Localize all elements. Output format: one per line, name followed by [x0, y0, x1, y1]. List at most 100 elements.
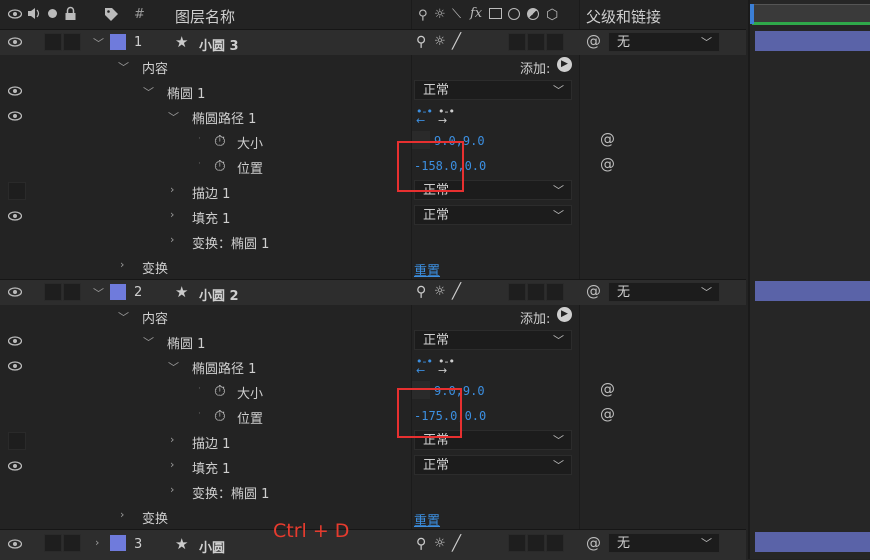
shy-toggle-icon[interactable]: ⚲ — [416, 34, 426, 50]
switch-toggle[interactable] — [546, 283, 564, 301]
switch-toggle[interactable] — [527, 33, 545, 51]
layer-row[interactable]: ﹀ 2 ★ 小圆 2 ⚲ ☼ ╱ @ 无 ﹀ — [0, 279, 746, 305]
collapse-toggle-icon[interactable]: ☼ — [434, 536, 446, 551]
switch-toggle[interactable] — [508, 33, 526, 51]
add-menu-play-icon[interactable]: ▶ — [557, 57, 572, 72]
expand-chevron-icon[interactable]: ﹀ — [93, 35, 104, 51]
blend-mode-dropdown[interactable]: 正常 ﹀ — [414, 330, 572, 350]
parent-dropdown[interactable]: 无 ﹀ — [608, 533, 720, 553]
visibility-toggle-off[interactable] — [8, 432, 26, 450]
path-direction-reverse-icon[interactable]: •-• → — [438, 356, 455, 376]
path-direction-reverse-icon[interactable]: •-• → — [438, 106, 455, 126]
work-area-bar[interactable] — [752, 4, 870, 24]
expand-chevron-right-icon[interactable]: › — [170, 433, 174, 446]
switch-toggle[interactable] — [546, 33, 564, 51]
layer-name[interactable]: 小圆 2 — [199, 285, 239, 304]
pick-whip-icon[interactable]: @ — [586, 534, 601, 552]
expression-pick-whip-icon[interactable]: @ — [600, 155, 615, 173]
path-direction-icon[interactable]: •-• ← — [416, 106, 433, 126]
current-time-indicator[interactable] — [750, 4, 754, 24]
expression-pick-whip-icon[interactable]: @ — [600, 380, 615, 398]
pick-whip-icon[interactable]: @ — [586, 282, 601, 300]
expand-chevron-icon[interactable]: ﹀ — [168, 359, 179, 375]
motion-blur-switch-icon[interactable] — [508, 8, 520, 20]
stopwatch-icon[interactable]: ⏱ — [214, 382, 226, 400]
add-menu-play-icon[interactable]: ▶ — [557, 307, 572, 322]
switch-toggle[interactable] — [546, 534, 564, 552]
quality-toggle-icon[interactable]: ╱ — [452, 32, 461, 50]
layer-row[interactable]: › 3 ★ 小圆 ⚲ ☼ ╱ @ 无 ﹀ — [0, 529, 746, 560]
effect-switch-icon[interactable]: fx — [470, 6, 482, 21]
parent-dropdown[interactable]: 无 ﹀ — [608, 282, 720, 302]
lock-column-icon[interactable] — [64, 6, 77, 25]
fill-mode-dropdown[interactable]: 正常 ﹀ — [414, 205, 572, 225]
eye-column-icon[interactable] — [7, 8, 23, 23]
layer-duration-bar[interactable] — [755, 31, 870, 51]
stopwatch-icon[interactable]: ⏱ — [214, 407, 226, 425]
switch-toggle[interactable] — [527, 283, 545, 301]
blend-mode-dropdown[interactable]: 正常 ﹀ — [414, 80, 572, 100]
shy-switch-icon[interactable]: ⚲ — [418, 8, 428, 23]
expand-chevron-icon[interactable]: ﹀ — [118, 59, 129, 75]
label-tag-icon[interactable] — [104, 7, 119, 26]
collapse-toggle-icon[interactable]: ☼ — [434, 34, 446, 49]
visibility-eye-icon[interactable] — [8, 539, 24, 549]
stopwatch-icon[interactable]: ⏱ — [214, 132, 226, 150]
expand-chevron-icon[interactable]: ﹀ — [143, 84, 154, 100]
lock-toggle[interactable] — [63, 283, 81, 301]
collapse-switch-icon[interactable]: ☼ — [434, 7, 446, 22]
expression-pick-whip-icon[interactable]: @ — [600, 130, 615, 148]
frame-blend-switch-icon[interactable] — [489, 8, 502, 19]
layer-row[interactable]: ﹀ 1 ★ 小圆 3 ⚲ ☼ ╱ @ 无 ﹀ — [0, 29, 746, 55]
quality-toggle-icon[interactable]: ╱ — [452, 282, 461, 300]
add-label[interactable]: 添加: — [520, 308, 550, 327]
expand-chevron-icon[interactable]: ﹀ — [93, 285, 104, 301]
parent-link-header[interactable]: 父级和链接 — [586, 6, 661, 27]
visibility-eye-icon[interactable] — [8, 461, 24, 471]
solo-column-icon[interactable] — [48, 9, 57, 18]
visibility-eye-icon[interactable] — [8, 336, 24, 346]
shy-toggle-icon[interactable]: ⚲ — [416, 284, 426, 300]
quality-toggle-icon[interactable]: ╱ — [452, 534, 461, 552]
visibility-eye-icon[interactable] — [8, 361, 24, 371]
shy-toggle-icon[interactable]: ⚲ — [416, 536, 426, 552]
expand-chevron-right-icon[interactable]: › — [95, 536, 99, 549]
label-color-swatch[interactable] — [110, 535, 126, 551]
expand-chevron-right-icon[interactable]: › — [170, 183, 174, 196]
audio-column-icon[interactable] — [27, 7, 41, 24]
lock-toggle[interactable] — [63, 33, 81, 51]
stopwatch-icon[interactable]: ⏱ — [214, 157, 226, 175]
layer-name[interactable]: 小圆 3 — [199, 35, 239, 54]
visibility-toggle-off[interactable] — [8, 182, 26, 200]
switch-toggle[interactable] — [527, 534, 545, 552]
timeline-panel[interactable] — [748, 0, 870, 559]
layer-name[interactable]: 小圆 — [199, 537, 225, 556]
layer-name-header[interactable]: 图层名称 — [175, 6, 235, 27]
layer-duration-bar[interactable] — [755, 281, 870, 301]
visibility-eye-icon[interactable] — [8, 86, 24, 96]
switch-toggle[interactable] — [508, 534, 526, 552]
expand-chevron-icon[interactable]: ﹀ — [118, 309, 129, 325]
collapse-toggle-icon[interactable]: ☼ — [434, 284, 446, 299]
label-color-swatch[interactable] — [110, 284, 126, 300]
label-color-swatch[interactable] — [110, 34, 126, 50]
expand-chevron-right-icon[interactable]: › — [170, 483, 174, 496]
quality-switch-icon[interactable]: ⟍ — [452, 7, 461, 22]
expand-chevron-right-icon[interactable]: › — [170, 458, 174, 471]
add-label[interactable]: 添加: — [520, 58, 550, 77]
expand-chevron-right-icon[interactable]: › — [120, 508, 124, 521]
lock-toggle[interactable] — [63, 534, 81, 552]
reset-link[interactable]: 重置 — [414, 510, 440, 529]
fill-mode-dropdown[interactable]: 正常 ﹀ — [414, 455, 572, 475]
path-direction-icon[interactable]: •-• ← — [416, 356, 433, 376]
expand-chevron-right-icon[interactable]: › — [170, 233, 174, 246]
visibility-eye-icon[interactable] — [8, 37, 24, 47]
solo-toggle[interactable] — [44, 283, 62, 301]
expand-chevron-icon[interactable]: ﹀ — [168, 109, 179, 125]
expand-chevron-icon[interactable]: ﹀ — [143, 334, 154, 350]
expand-chevron-right-icon[interactable]: › — [120, 258, 124, 271]
visibility-eye-icon[interactable] — [8, 287, 24, 297]
visibility-eye-icon[interactable] — [8, 111, 24, 121]
3d-layer-switch-icon[interactable]: ⬡ — [546, 7, 558, 23]
switch-toggle[interactable] — [508, 283, 526, 301]
